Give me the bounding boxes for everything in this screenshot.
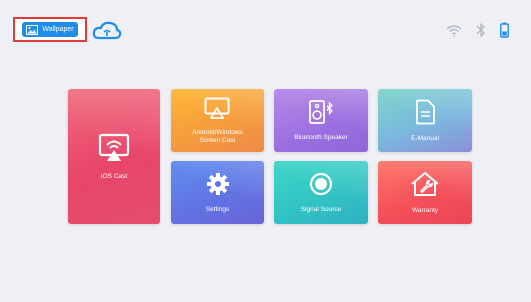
tile-label: Android/Windows Screen Cast — [192, 128, 243, 144]
tile-label: Signal Source — [300, 205, 342, 213]
airplay-icon — [98, 133, 130, 168]
tile-label: E-Manual — [411, 134, 439, 142]
wallpaper-label: Wallpaper — [42, 26, 74, 33]
cloud-icon — [92, 21, 122, 45]
top-bar: Wallpaper — [0, 0, 531, 50]
tile-ios-cast[interactable]: IOS Cast — [68, 89, 160, 224]
tile-bluetooth-speaker[interactable]: Bluetooth Speaker — [274, 89, 368, 152]
tile-label: Settings — [205, 205, 230, 213]
tile-label: Bluetooth Speaker — [294, 133, 348, 141]
image-icon — [26, 24, 39, 35]
battery-icon — [500, 22, 509, 43]
home-screen: Wallpaper IOS Cast Android/Windows Scree… — [0, 0, 531, 302]
wallpaper-button[interactable]: Wallpaper — [13, 17, 87, 42]
tile-label: Warranty — [411, 206, 439, 214]
tile-label: IOS Cast — [100, 172, 128, 180]
status-icons — [446, 22, 509, 43]
bluetooth-icon — [476, 22, 486, 43]
circle-icon — [309, 172, 333, 201]
wallpaper-button-inner: Wallpaper — [22, 22, 78, 37]
tile-warranty[interactable]: Warranty — [378, 161, 472, 224]
speaker-icon — [306, 99, 336, 129]
tile-android-windows-screen-cast[interactable]: Android/Windows Screen Cast — [171, 89, 264, 152]
wifi-icon — [446, 24, 462, 42]
tile-settings[interactable]: Settings — [171, 161, 264, 224]
tile-signal-source[interactable]: Signal Source — [274, 161, 368, 224]
document-icon — [414, 99, 436, 130]
tile-e-manual[interactable]: E-Manual — [378, 89, 472, 152]
screen-cast-icon — [204, 97, 230, 124]
gear-icon — [206, 172, 230, 201]
house-wrench-icon — [410, 171, 440, 202]
cloud-button[interactable] — [92, 21, 122, 41]
